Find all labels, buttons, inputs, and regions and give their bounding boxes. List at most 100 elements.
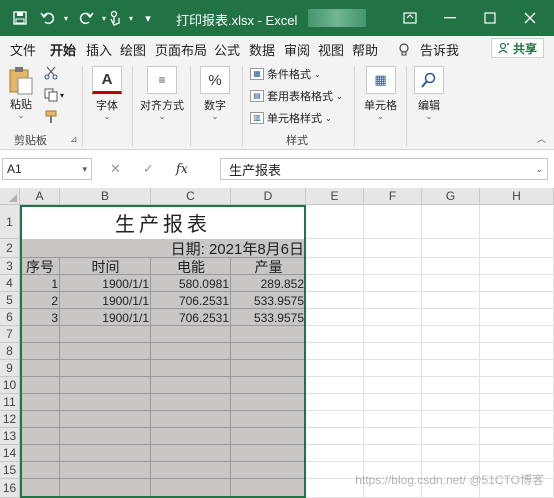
sheet-title-cell[interactable]: 生产报表: [20, 206, 306, 239]
column-header-d[interactable]: D: [231, 188, 306, 205]
close-icon[interactable]: [516, 6, 544, 30]
tab-page-layout[interactable]: 页面布局: [155, 40, 207, 59]
row-header-5[interactable]: 5: [0, 292, 20, 309]
clipboard-launcher-icon[interactable]: ⊿: [70, 134, 78, 145]
format-painter-icon[interactable]: [44, 110, 58, 127]
row-header-7[interactable]: 7: [0, 326, 20, 343]
data-cell[interactable]: 1900/1/1: [60, 309, 151, 326]
copy-icon[interactable]: ▾: [44, 88, 64, 102]
row-header-4[interactable]: 4: [0, 275, 20, 292]
column-header-g[interactable]: G: [422, 188, 480, 205]
number-format-button[interactable]: % 数字 ⌄: [200, 66, 230, 121]
alignment-label: 对齐方式: [140, 100, 184, 112]
row-header-2[interactable]: 2: [0, 239, 20, 258]
tab-data[interactable]: 数据: [249, 40, 275, 59]
tell-me-box[interactable]: 告诉我: [398, 40, 459, 59]
data-cell[interactable]: 1: [20, 275, 60, 292]
customize-qat-icon[interactable]: ▾: [140, 8, 156, 28]
data-cell[interactable]: 1900/1/1: [60, 275, 151, 292]
save-icon[interactable]: [8, 8, 32, 28]
data-cell[interactable]: 2: [20, 292, 60, 309]
cut-icon[interactable]: [44, 66, 58, 83]
data-cell[interactable]: 1900/1/1: [60, 292, 151, 309]
data-cell[interactable]: 706.2531: [151, 309, 231, 326]
name-box-value: A1: [7, 162, 22, 176]
header-cell[interactable]: 序号: [20, 258, 60, 275]
data-cell[interactable]: 533.9575: [231, 292, 306, 309]
lightbulb-icon: [399, 42, 409, 55]
tab-formulas[interactable]: 公式: [214, 40, 240, 59]
date-cell[interactable]: 日期: 2021年8月6日: [20, 239, 306, 258]
font-button[interactable]: A 字体 ⌄: [92, 66, 122, 121]
undo-dropdown-icon[interactable]: ▾: [60, 8, 72, 28]
tab-review[interactable]: 审阅: [284, 40, 310, 59]
row-header-8[interactable]: 8: [0, 343, 20, 360]
data-cell[interactable]: 706.2531: [151, 292, 231, 309]
column-header-c[interactable]: C: [151, 188, 231, 205]
header-cell[interactable]: 产量: [231, 258, 306, 275]
data-cell[interactable]: 289.852: [231, 275, 306, 292]
format-as-table-button[interactable]: ▤ 套用表格格式 ⌄: [250, 88, 343, 104]
row-header-3[interactable]: 3: [0, 258, 20, 275]
format-as-table-label: 套用表格格式: [267, 91, 333, 103]
row-header-16[interactable]: 16: [0, 479, 20, 498]
maximize-icon[interactable]: [476, 6, 504, 30]
insert-function-icon[interactable]: fx: [176, 162, 188, 177]
column-header-f[interactable]: F: [364, 188, 422, 205]
column-header-e[interactable]: E: [306, 188, 364, 205]
worksheet-grid[interactable]: ABCDEFGH 1 2 3 4 5 6 7 8 9 10 11 12 13 14 15 16 生产报表 日期…: [0, 188, 554, 498]
row-header-14[interactable]: 14: [0, 445, 20, 462]
editing-button[interactable]: 编辑 ⌄: [414, 66, 444, 121]
data-cell[interactable]: 533.9575: [231, 309, 306, 326]
undo-icon[interactable]: [36, 8, 60, 28]
cancel-icon[interactable]: ✕: [110, 161, 121, 177]
tab-help[interactable]: 帮助: [352, 40, 378, 59]
row-header-15[interactable]: 15: [0, 462, 20, 479]
touch-dropdown-icon[interactable]: ▾: [126, 8, 136, 28]
tab-file[interactable]: 文件: [10, 40, 36, 59]
alignment-button[interactable]: ≡ 对齐方式 ⌄: [140, 66, 184, 121]
tab-insert[interactable]: 插入: [86, 40, 112, 59]
name-box-dropdown-icon[interactable]: ▾: [82, 164, 87, 175]
column-header-h[interactable]: H: [480, 188, 554, 205]
data-cell[interactable]: 580.0981: [151, 275, 231, 292]
tab-home[interactable]: 开始: [50, 40, 77, 63]
formula-bar: A1 ▾ ✕ ✓ fx 生产报表 ⌄: [0, 154, 554, 184]
collapse-ribbon-icon[interactable]: ︿: [537, 132, 546, 145]
tab-view[interactable]: 视图: [318, 40, 344, 59]
clipboard-group-label: 剪贴板: [14, 135, 47, 147]
enter-icon[interactable]: ✓: [143, 161, 154, 177]
row-header-6[interactable]: 6: [0, 309, 20, 326]
cells-button[interactable]: ▦ 单元格 ⌄: [364, 66, 397, 121]
formula-tools: ✕ ✓ fx: [96, 160, 188, 178]
share-button[interactable]: 共享: [490, 38, 544, 58]
conditional-formatting-button[interactable]: ▦ 条件格式 ⌄: [250, 66, 321, 82]
data-cell[interactable]: 3: [20, 309, 60, 326]
formula-input[interactable]: 生产报表 ⌄: [220, 158, 548, 180]
header-cell[interactable]: 电能: [151, 258, 231, 275]
redo-icon[interactable]: [74, 8, 98, 28]
row-header-12[interactable]: 12: [0, 411, 20, 428]
watermark: https://blog.csdn.net/ @51CTO博客: [355, 473, 544, 487]
share-icon: [498, 42, 509, 54]
minimize-icon[interactable]: [436, 6, 464, 30]
cells-label: 单元格: [364, 100, 397, 112]
ribbon-display-options-icon[interactable]: [396, 6, 424, 30]
paste-button[interactable]: 粘贴 ⌄: [8, 66, 34, 120]
tab-draw[interactable]: 绘图: [120, 40, 146, 59]
name-box[interactable]: A1 ▾: [2, 158, 92, 180]
row-header-10[interactable]: 10: [0, 377, 20, 394]
conditional-formatting-label: 条件格式: [267, 69, 311, 81]
select-all-corner[interactable]: [0, 188, 20, 205]
row-header-11[interactable]: 11: [0, 394, 20, 411]
header-cell[interactable]: 时间: [60, 258, 151, 275]
expand-formula-bar-icon[interactable]: ⌄: [535, 164, 543, 175]
cell-styles-button[interactable]: ▥ 单元格样式 ⌄: [250, 110, 332, 126]
column-header-b[interactable]: B: [60, 188, 151, 205]
touch-mode-icon[interactable]: [104, 8, 126, 28]
search-icon: [414, 66, 444, 94]
row-header-1[interactable]: 1: [0, 205, 20, 239]
column-header-a[interactable]: A: [20, 188, 60, 205]
row-header-13[interactable]: 13: [0, 428, 20, 445]
row-header-9[interactable]: 9: [0, 360, 20, 377]
